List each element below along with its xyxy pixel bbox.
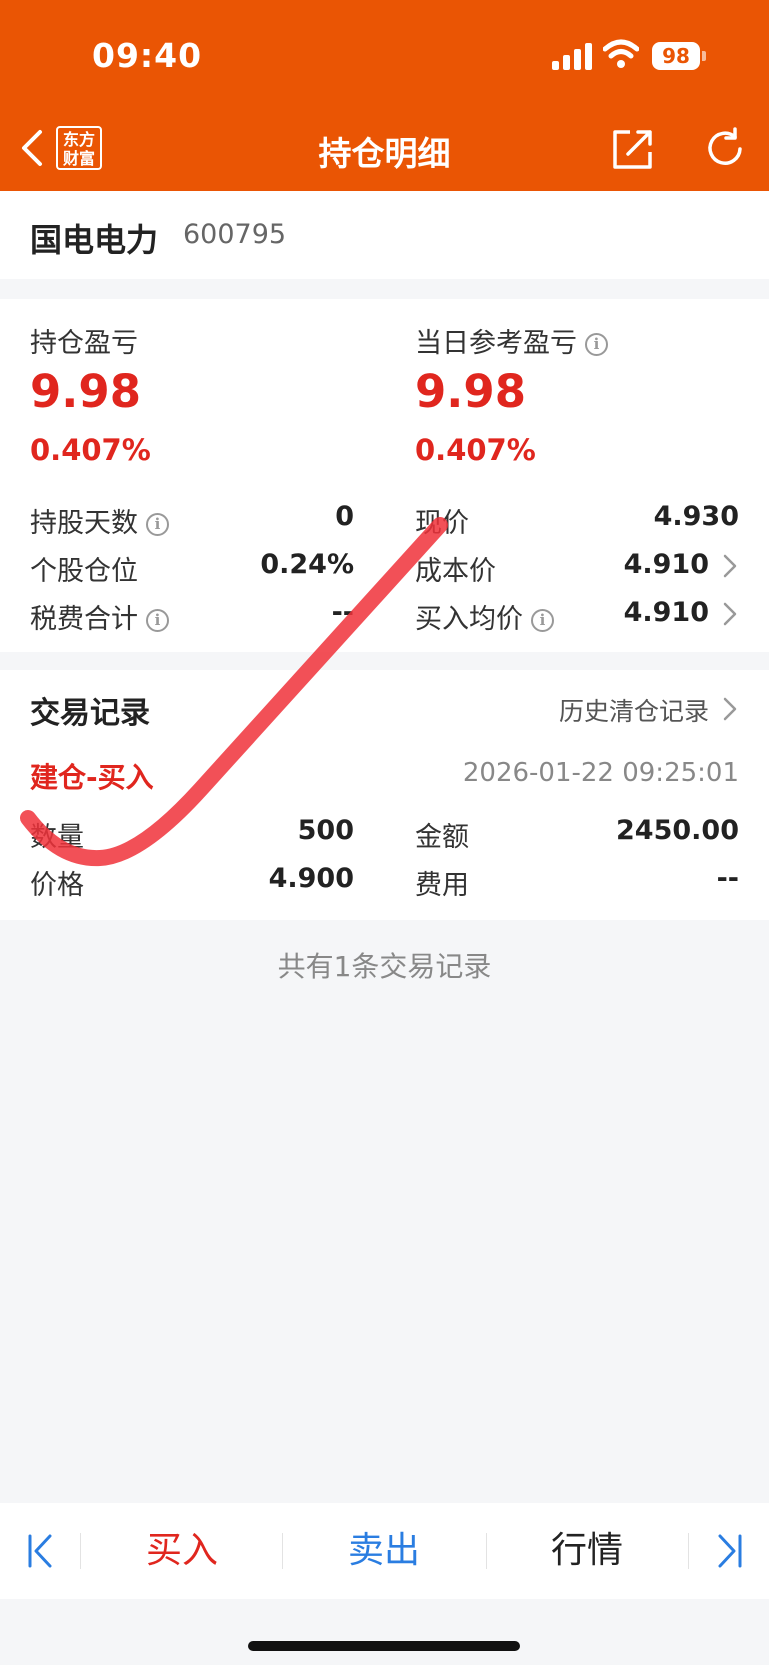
holding-days-label-wrap: 持股天数 i — [30, 501, 169, 540]
tax-total-value: -- — [331, 597, 354, 628]
holding-pl-value: 9.98 — [30, 365, 142, 418]
avg-buy-price-label: 买入均价 — [415, 604, 523, 635]
sell-button[interactable]: 卖出 — [283, 1503, 485, 1599]
fee-label: 费用 — [415, 870, 469, 901]
divider — [80, 1533, 81, 1569]
chevron-right-icon[interactable] — [722, 553, 738, 579]
holding-days-value: 0 — [335, 501, 354, 532]
status-time: 09:40 — [92, 36, 203, 75]
holding-days-label: 持股天数 — [30, 508, 138, 539]
position-ratio-value: 0.24% — [260, 549, 354, 580]
amount-value: 2450.00 — [616, 815, 739, 846]
chevron-right-icon[interactable] — [722, 696, 738, 722]
share-icon[interactable] — [610, 126, 656, 172]
stock-name: 国电电力 — [30, 221, 159, 259]
header: 09:40 98 东方 财富 持仓明细 — [0, 0, 769, 191]
battery-indicator: 98 — [652, 42, 700, 70]
wifi-icon — [603, 39, 639, 68]
info-icon[interactable]: i — [585, 333, 608, 356]
position-ratio-label: 个股仓位 — [30, 556, 138, 587]
price-value: 4.900 — [268, 863, 354, 894]
quote-button[interactable]: 行情 — [487, 1503, 687, 1599]
daily-pl-pct: 0.407% — [415, 433, 536, 467]
daily-pl-label: 当日参考盈亏 — [415, 328, 577, 359]
position-summary: 持仓盈亏 当日参考盈亏 i 9.98 9.98 0.407% 0.407% 持股天… — [0, 299, 769, 652]
stock-code: 600795 — [183, 219, 287, 250]
current-price-label: 现价 — [415, 508, 469, 539]
trade-type: 建仓-买入 — [30, 761, 154, 794]
price-label: 价格 — [30, 870, 84, 901]
bottom-action-bar: 买入 卖出 行情 — [0, 1503, 769, 1599]
trade-time: 2026-01-22 09:25:01 — [462, 758, 739, 788]
holding-pl-label: 持仓盈亏 — [30, 328, 138, 359]
info-icon[interactable]: i — [146, 513, 169, 536]
holding-pl-pct: 0.407% — [30, 433, 151, 467]
record-count-note: 共有1条交易记录 — [277, 950, 492, 983]
last-page-icon[interactable] — [716, 1533, 744, 1569]
cost-price-label[interactable]: 成本价 — [415, 549, 496, 588]
home-indicator — [248, 1641, 520, 1651]
history-clear-link[interactable]: 历史清仓记录 — [559, 692, 709, 728]
qty-value: 500 — [297, 815, 354, 846]
qty-label: 数量 — [30, 822, 84, 853]
refresh-icon[interactable] — [702, 126, 748, 172]
info-icon[interactable]: i — [146, 609, 169, 632]
stock-header: 国电电力 600795 — [0, 191, 769, 279]
avg-buy-price-value[interactable]: 4.910 — [624, 597, 709, 628]
divider — [688, 1533, 689, 1569]
section-title: 交易记录 — [30, 696, 150, 731]
cost-price-value[interactable]: 4.910 — [624, 549, 709, 580]
tax-total-label: 税费合计 — [30, 604, 138, 635]
daily-pl-value: 9.98 — [415, 365, 527, 418]
daily-pl-label-wrap: 当日参考盈亏 i — [415, 321, 608, 360]
signal-icon — [552, 42, 592, 70]
buy-button[interactable]: 买入 — [82, 1503, 282, 1599]
chevron-right-icon[interactable] — [722, 601, 738, 627]
battery-tip — [702, 51, 706, 61]
tax-total-label-wrap: 税费合计 i — [30, 597, 169, 636]
first-page-icon[interactable] — [26, 1533, 54, 1569]
fee-value: -- — [716, 863, 739, 894]
amount-label: 金额 — [415, 822, 469, 853]
info-icon[interactable]: i — [531, 609, 554, 632]
current-price-value: 4.930 — [653, 501, 739, 532]
avg-buy-price-label-wrap[interactable]: 买入均价 i — [415, 597, 554, 636]
trade-records: 交易记录 历史清仓记录 建仓-买入 2026-01-22 09:25:01 数量… — [0, 670, 769, 920]
